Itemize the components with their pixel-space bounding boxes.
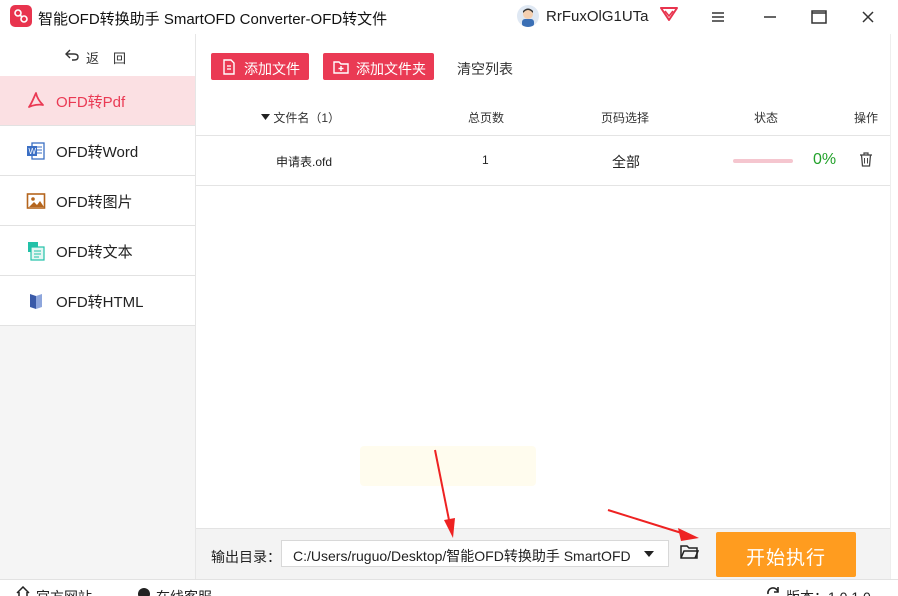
- sidebar-item-ofd-to-text[interactable]: OFD转文本: [0, 226, 195, 276]
- svg-text:W: W: [29, 147, 37, 156]
- hamburger-icon: [712, 12, 724, 22]
- sidebar-item-label: OFD转Pdf: [56, 94, 126, 111]
- app-title: 智能OFD转换助手 SmartOFD Converter-OFD转文件: [38, 11, 388, 28]
- open-folder-button[interactable]: [680, 544, 700, 563]
- back-label: 返回: [86, 51, 141, 66]
- sidebar-item-ofd-to-pdf[interactable]: OFD转Pdf: [0, 76, 195, 126]
- right-edge-panel: [890, 34, 898, 579]
- footer: 官方网站 在线客服 版本：1.0.1.0: [0, 579, 898, 596]
- output-dir-value: C:/Users/ruguo/Desktop/智能OFD转换助手 SmartOF…: [293, 548, 631, 564]
- close-button[interactable]: [854, 4, 882, 30]
- start-button[interactable]: 开始执行: [716, 532, 856, 577]
- file-table-header: 文件名（1） 总页数 页码选择 状态 操作: [196, 98, 890, 136]
- maximize-icon: [811, 10, 827, 24]
- pdf-icon: [28, 92, 44, 108]
- add-file-icon: [223, 59, 235, 75]
- watermark: [360, 446, 536, 486]
- chevron-down-icon: [644, 551, 654, 557]
- html-icon: [30, 294, 42, 309]
- word-icon: W: [27, 142, 45, 160]
- row-filename: 申请表.ofd: [276, 155, 333, 169]
- close-icon: [862, 11, 874, 23]
- vip-icon[interactable]: [660, 6, 678, 25]
- sidebar-item-label: OFD转HTML: [56, 294, 144, 311]
- sidebar-item-label: OFD转图片: [56, 194, 133, 211]
- row-total-pages: 1: [482, 153, 489, 167]
- trash-icon: [860, 152, 872, 167]
- status-column-header: 状态: [754, 111, 779, 125]
- sidebar-nav: OFD转Pdf W OFD转Word OFD转图片 OFD转文本 OFD转HTM…: [0, 76, 195, 326]
- text-icon: [28, 242, 45, 261]
- row-page-select[interactable]: 全部: [612, 152, 640, 172]
- avatar[interactable]: [517, 5, 539, 27]
- image-icon: [26, 193, 46, 209]
- sidebar-item-ofd-to-html[interactable]: OFD转HTML: [0, 276, 195, 326]
- menu-button[interactable]: [704, 4, 732, 30]
- minimize-button[interactable]: [756, 4, 784, 30]
- output-dir-label: 输出目录：: [211, 549, 281, 565]
- filename-column-label: 文件名（1）: [273, 111, 341, 125]
- clear-list-button[interactable]: 清空列表: [457, 59, 513, 79]
- output-dir-select[interactable]: C:/Users/ruguo/Desktop/智能OFD转换助手 SmartOF…: [281, 540, 669, 567]
- back-button[interactable]: 返回: [0, 34, 195, 76]
- add-file-label: 添加文件: [244, 61, 300, 77]
- sort-down-icon: [261, 114, 270, 120]
- add-folder-icon: [333, 61, 349, 74]
- back-arrow-icon: [65, 49, 79, 61]
- add-file-button[interactable]: 添加文件: [211, 53, 309, 80]
- maximize-button[interactable]: [804, 4, 832, 30]
- row-progress-bar: [733, 159, 793, 163]
- page-select-column-header: 页码选择: [601, 111, 650, 125]
- app-logo-icon: [10, 5, 32, 27]
- filename-column-header[interactable]: 文件名（1）: [261, 109, 340, 126]
- folder-icon: [680, 545, 700, 559]
- add-folder-label: 添加文件夹: [356, 61, 426, 77]
- sidebar-item-label: OFD转Word: [56, 144, 139, 161]
- sidebar-item-ofd-to-image[interactable]: OFD转图片: [0, 176, 195, 226]
- total-pages-column-header: 总页数: [468, 111, 505, 125]
- minimize-icon: [764, 16, 776, 18]
- sidebar: 返回 OFD转Pdf W OFD转Word OFD转图片 OFD转文本 OFD转…: [0, 34, 196, 579]
- delete-row-button[interactable]: [859, 152, 873, 170]
- row-status: 0%: [813, 151, 837, 168]
- add-folder-button[interactable]: 添加文件夹: [323, 53, 434, 80]
- username[interactable]: RrFuxOlG1UTa: [546, 8, 649, 25]
- title-bar: 智能OFD转换助手 SmartOFD Converter-OFD转文件 RrFu…: [0, 0, 898, 34]
- sidebar-item-label: OFD转文本: [56, 244, 133, 261]
- sidebar-item-ofd-to-word[interactable]: W OFD转Word: [0, 126, 195, 176]
- action-column-header: 操作: [854, 111, 879, 125]
- output-bar: 输出目录： C:/Users/ruguo/Desktop/智能OFD转换助手 S…: [196, 528, 890, 580]
- start-button-label: 开始执行: [746, 548, 827, 569]
- table-row[interactable]: 申请表.ofd 1 全部 0%: [196, 136, 890, 186]
